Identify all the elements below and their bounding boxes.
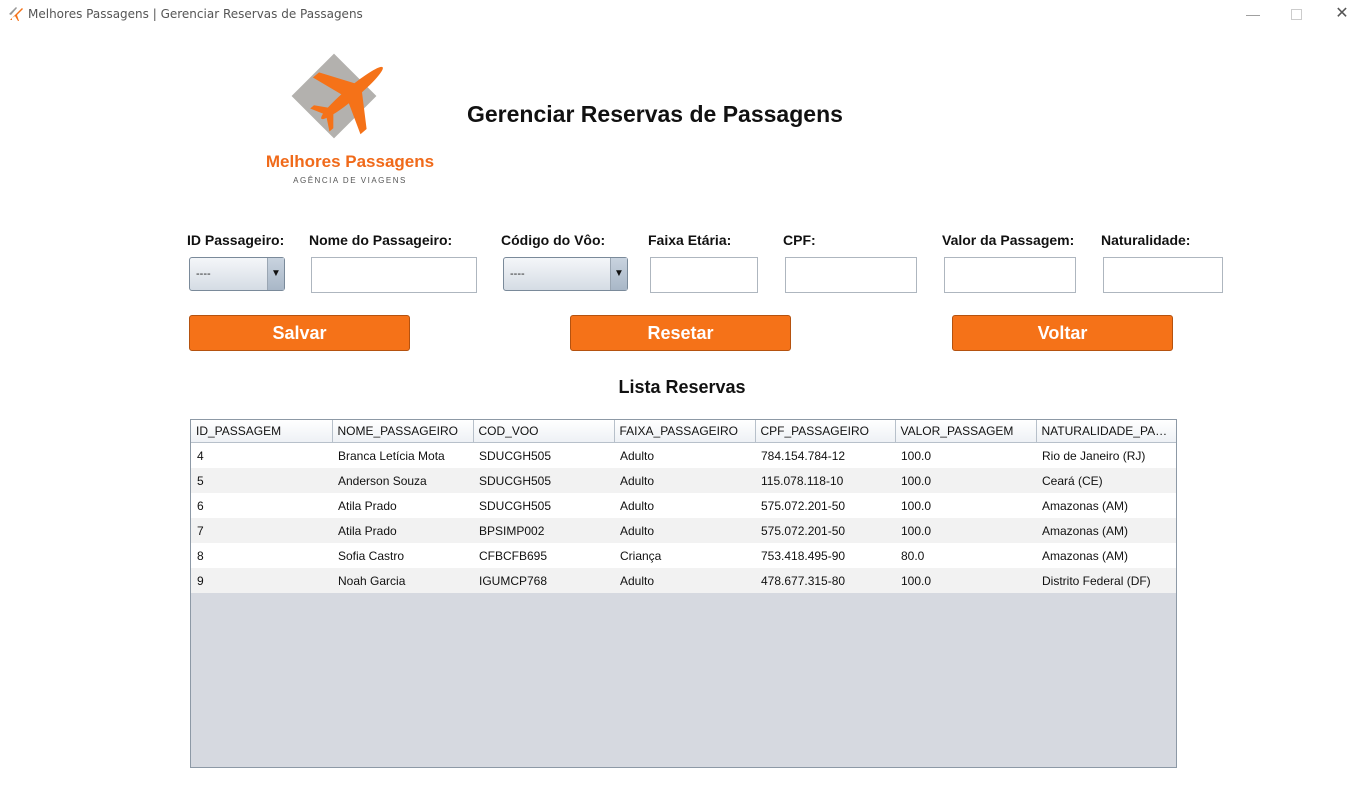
id-passenger-value: ---- xyxy=(196,268,211,280)
table-cell[interactable]: SDUCGH505 xyxy=(473,493,614,518)
column-header[interactable]: NATURALIDADE_PAS... xyxy=(1036,420,1176,443)
table-cell[interactable]: Rio de Janeiro (RJ) xyxy=(1036,442,1176,468)
ticket-price-field[interactable] xyxy=(944,257,1076,293)
id-passenger-select[interactable]: ---- ▼ xyxy=(189,257,285,291)
flight-code-select[interactable]: ---- ▼ xyxy=(503,257,628,291)
passenger-name-field[interactable] xyxy=(311,257,477,293)
table-cell[interactable]: 575.072.201-50 xyxy=(755,493,895,518)
table-row[interactable]: 4 Branca Letícia Mota SDUCGH505 Adulto 784.1… xyxy=(191,442,1176,468)
table-header-row: ID_PASSAGEM NOME_PASSAGEIRO COD_VOO FAIX… xyxy=(191,420,1176,443)
cpf-field[interactable] xyxy=(785,257,917,293)
company-logo: Melhores Passagens AGÊNCIA DE VIAGENS xyxy=(262,48,438,188)
table-cell[interactable]: 100.0 xyxy=(895,493,1036,518)
list-title: Lista Reservas xyxy=(0,377,1364,398)
table-cell[interactable]: Sofia Castro xyxy=(332,543,473,568)
save-button[interactable]: Salvar xyxy=(189,315,410,351)
column-header[interactable]: VALOR_PASSAGEM xyxy=(895,420,1037,443)
table-cell[interactable]: Ceará (CE) xyxy=(1036,468,1176,493)
table-cell[interactable]: Anderson Souza xyxy=(332,468,473,493)
reset-button[interactable]: Resetar xyxy=(570,315,791,351)
origin-label: Naturalidade: xyxy=(1101,232,1191,248)
chevron-down-icon[interactable]: ▼ xyxy=(610,258,627,290)
back-button[interactable]: Voltar xyxy=(952,315,1173,351)
table-cell[interactable]: 7 xyxy=(191,518,332,543)
table-cell[interactable]: Amazonas (AM) xyxy=(1036,493,1176,518)
origin-field[interactable] xyxy=(1103,257,1223,293)
reservations-table[interactable]: ID_PASSAGEM NOME_PASSAGEIRO COD_VOO FAIX… xyxy=(190,419,1177,768)
table-cell[interactable]: Branca Letícia Mota xyxy=(332,442,473,468)
table-cell[interactable]: IGUMCP768 xyxy=(473,568,614,593)
age-group-label: Faixa Etária: xyxy=(648,232,732,248)
table-cell[interactable]: 4 xyxy=(191,442,332,468)
age-group-field[interactable] xyxy=(650,257,758,293)
table-cell[interactable]: 753.418.495-90 xyxy=(755,543,895,568)
table-cell[interactable]: Atila Prado xyxy=(332,518,473,543)
column-header[interactable]: CPF_PASSAGEIRO xyxy=(755,420,896,443)
table-cell[interactable]: Atila Prado xyxy=(332,493,473,518)
ticket-price-label: Valor da Passagem: xyxy=(942,232,1075,248)
column-header[interactable]: NOME_PASSAGEIRO xyxy=(332,420,474,443)
window-title: Melhores Passagens | Gerenciar Reservas … xyxy=(28,7,363,21)
column-header[interactable]: ID_PASSAGEM xyxy=(191,420,333,443)
list-title-text: Lista Reservas xyxy=(618,377,746,397)
table-row[interactable]: 7 Atila Prado BPSIMP002 Adulto 575.072.201-5… xyxy=(191,518,1176,543)
table-row[interactable]: 8 Sofia Castro CFBCFB695 Criança 753.418.495… xyxy=(191,543,1176,568)
table-cell[interactable]: Amazonas (AM) xyxy=(1036,543,1176,568)
table-row[interactable]: 9 Noah Garcia IGUMCP768 Adulto 478.677.315-8… xyxy=(191,568,1176,593)
table-cell[interactable]: 115.078.118-10 xyxy=(755,468,895,493)
logo-name: Melhores Passagens xyxy=(265,152,435,171)
table-cell[interactable]: 100.0 xyxy=(895,518,1036,543)
table-cell[interactable]: Amazonas (AM) xyxy=(1036,518,1176,543)
table-cell[interactable]: Criança xyxy=(614,543,755,568)
logo-airplane-icon xyxy=(291,53,383,139)
table-row[interactable]: 6 Atila Prado SDUCGH505 Adulto 575.072.201-5… xyxy=(191,493,1176,518)
table-cell[interactable]: Adulto xyxy=(614,442,755,468)
table-cell[interactable]: SDUCGH505 xyxy=(473,468,614,493)
table-cell[interactable]: 478.677.315-80 xyxy=(755,568,895,593)
table-cell[interactable]: 6 xyxy=(191,493,332,518)
table-cell[interactable]: SDUCGH505 xyxy=(473,442,614,468)
maximize-button[interactable] xyxy=(1281,4,1311,24)
app-plane-icon xyxy=(9,7,23,21)
table-cell[interactable]: Adulto xyxy=(614,518,755,543)
table-cell[interactable]: 9 xyxy=(191,568,332,593)
logo-subtitle: AGÊNCIA DE VIAGENS xyxy=(293,176,407,185)
column-header[interactable]: COD_VOO xyxy=(473,420,615,443)
flight-code-value: ---- xyxy=(510,268,525,280)
close-button[interactable]: ✕ xyxy=(1327,4,1357,24)
table-cell[interactable]: Adulto xyxy=(614,568,755,593)
table-cell[interactable]: 5 xyxy=(191,468,332,493)
table-cell[interactable]: 784.154.784-12 xyxy=(755,442,895,468)
table-cell[interactable]: 100.0 xyxy=(895,568,1036,593)
table-cell[interactable]: CFBCFB695 xyxy=(473,543,614,568)
table-row[interactable]: 5 Anderson Souza SDUCGH505 Adulto 115.078.11… xyxy=(191,468,1176,493)
column-header[interactable]: FAIXA_PASSAGEIRO xyxy=(614,420,756,443)
id-passenger-label: ID Passageiro: xyxy=(187,232,285,248)
passenger-name-label: Nome do Passageiro: xyxy=(309,232,453,248)
table-cell[interactable]: 100.0 xyxy=(895,468,1036,493)
minimize-button[interactable]: — xyxy=(1238,4,1268,24)
table-cell[interactable]: Adulto xyxy=(614,468,755,493)
window-titlebar: Melhores Passagens | Gerenciar Reservas … xyxy=(0,0,1364,28)
flight-code-label: Código do Vôo: xyxy=(501,232,606,248)
table-cell[interactable]: Distrito Federal (DF) xyxy=(1036,568,1176,593)
page-title: Gerenciar Reservas de Passagens xyxy=(467,101,843,127)
table-cell[interactable]: 575.072.201-50 xyxy=(755,518,895,543)
table-cell[interactable]: Adulto xyxy=(614,493,755,518)
table-cell[interactable]: 80.0 xyxy=(895,543,1036,568)
chevron-down-icon[interactable]: ▼ xyxy=(267,258,284,290)
table-cell[interactable]: Noah Garcia xyxy=(332,568,473,593)
table-cell[interactable]: 8 xyxy=(191,543,332,568)
table-cell[interactable]: 100.0 xyxy=(895,442,1036,468)
table-cell[interactable]: BPSIMP002 xyxy=(473,518,614,543)
cpf-label: CPF: xyxy=(783,232,816,248)
